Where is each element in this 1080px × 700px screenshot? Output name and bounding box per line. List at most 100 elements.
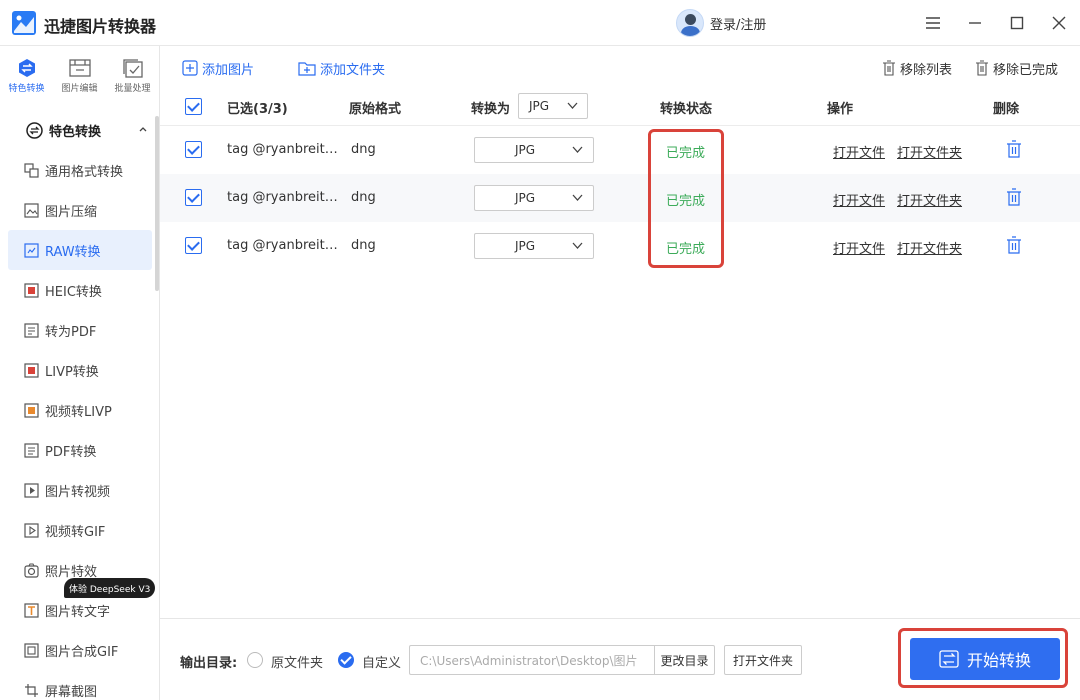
remove-completed-label: 移除已完成: [993, 62, 1059, 78]
heic-icon: [24, 282, 39, 298]
add-folder-label: 添加文件夹: [320, 62, 386, 78]
remove-completed-button[interactable]: 移除已完成: [975, 58, 1058, 78]
add-image-button[interactable]: 添加图片: [182, 58, 254, 78]
row-checkbox[interactable]: [185, 237, 202, 254]
open-folder-link[interactable]: 打开文件夹: [897, 238, 962, 257]
open-output-folder-button[interactable]: 打开文件夹: [724, 645, 802, 675]
pdf-convert-icon: [24, 442, 39, 458]
header-convert-to: 转换为: [471, 102, 511, 117]
sidebar-item-general-convert[interactable]: 通用格式转换: [8, 150, 152, 190]
image-edit-icon: [68, 58, 91, 78]
sidebar-item-label: RAW转换: [45, 244, 101, 260]
sidebar-item-label: PDF转换: [45, 444, 97, 460]
start-convert-label: 开始转换: [966, 651, 1031, 670]
maximize-icon[interactable]: [1006, 12, 1028, 34]
tab-batch-process[interactable]: 批量处理: [106, 46, 159, 102]
chevron-down-icon: [567, 102, 578, 109]
sidebar-item-heic-convert[interactable]: HEIC转换: [8, 270, 152, 310]
image-video-icon: [24, 482, 39, 498]
output-dir-label: 输出目录:: [180, 656, 238, 671]
sidebar-item-label: 通用格式转换: [45, 164, 124, 180]
target-format-value: JPG: [514, 239, 536, 253]
sidebar-item-to-pdf[interactable]: 转为PDF: [8, 310, 152, 350]
pdf-icon: [24, 322, 39, 338]
row-checkbox[interactable]: [185, 189, 202, 206]
sidebar-item-label: 照片特效: [45, 564, 98, 580]
original-folder-label: 原文件夹: [271, 656, 324, 671]
sidebar-list: 通用格式转换 图片压缩 RAW转换 HEIC转换 转为PDF LIVP转换 视频…: [8, 150, 152, 700]
tab-special-convert[interactable]: 特色转换: [0, 46, 53, 102]
delete-icon[interactable]: [1006, 140, 1022, 158]
sidebar-section-special-convert[interactable]: 特色转换: [0, 110, 160, 150]
close-icon[interactable]: [1048, 12, 1070, 34]
row-checkbox[interactable]: [185, 141, 202, 158]
sidebar-item-label: LIVP转换: [45, 364, 99, 380]
special-convert-icon: [16, 58, 38, 78]
file-format: dng: [351, 190, 376, 205]
sidebar-item-raw-convert[interactable]: RAW转换: [8, 230, 152, 270]
sidebar-scrollbar[interactable]: [155, 116, 159, 291]
gif-icon: [24, 642, 39, 658]
mode-tabs: 特色转换 图片编辑 批量处理: [0, 46, 160, 102]
sidebar-item-label: 视频转LIVP: [45, 404, 112, 420]
add-image-label: 添加图片: [202, 62, 255, 78]
sidebar-item-image-to-video[interactable]: 图片转视频: [8, 470, 152, 510]
original-folder-radio[interactable]: [247, 652, 263, 668]
file-name: tag @ryanbreitk...: [227, 238, 342, 253]
convert-icon: [939, 650, 959, 668]
sidebar-item-screenshot[interactable]: 屏幕截图: [8, 670, 152, 700]
app-title: 迅捷图片转换器: [44, 17, 157, 36]
title-bar: 迅捷图片转换器 登录/注册: [0, 0, 1080, 46]
minimize-icon[interactable]: [964, 12, 986, 34]
chevron-down-icon: [572, 194, 583, 201]
tab-label: 图片编辑: [61, 84, 98, 94]
app-window: 迅捷图片转换器 登录/注册 特色转换 图片编辑 批量处理 特色转换 通用格式转换…: [0, 0, 1080, 700]
sidebar-item-label: HEIC转换: [45, 284, 102, 300]
add-image-icon: [182, 60, 198, 76]
header-selected: 已选(3/3): [227, 102, 288, 117]
table-row: tag @ryanbreitk... dng JPG 已完成 打开文件 打开文件…: [160, 222, 1080, 270]
open-folder-link[interactable]: 打开文件夹: [897, 142, 962, 161]
sidebar-item-image-to-gif[interactable]: 图片合成GIF: [8, 630, 152, 670]
file-format: dng: [351, 238, 376, 253]
status-highlight-box: [648, 129, 724, 268]
custom-folder-label: 自定义: [362, 656, 402, 671]
open-file-link[interactable]: 打开文件: [833, 190, 885, 209]
delete-icon[interactable]: [1006, 236, 1022, 254]
target-format-select[interactable]: JPG: [474, 137, 594, 163]
convert-all-select[interactable]: JPG: [518, 93, 588, 119]
login-button[interactable]: 登录/注册: [676, 8, 766, 38]
output-path-input[interactable]: [409, 645, 655, 675]
header-actions: 操作: [827, 102, 854, 117]
remove-list-button[interactable]: 移除列表: [882, 58, 952, 78]
menu-icon[interactable]: [922, 12, 944, 34]
sidebar-item-livp-convert[interactable]: LIVP转换: [8, 350, 152, 390]
custom-folder-radio[interactable]: [338, 652, 354, 668]
open-file-link[interactable]: 打开文件: [833, 238, 885, 257]
select-all-checkbox[interactable]: [185, 98, 202, 115]
target-format-select[interactable]: JPG: [474, 233, 594, 259]
open-folder-link[interactable]: 打开文件夹: [897, 190, 962, 209]
tab-label: 特色转换: [8, 84, 45, 94]
ocr-icon: [24, 602, 39, 618]
convert-icon: [24, 162, 39, 178]
sidebar-item-label: 屏幕截图: [45, 684, 98, 700]
start-convert-button[interactable]: 开始转换: [910, 638, 1060, 680]
sidebar-item-pdf-convert[interactable]: PDF转换: [8, 430, 152, 470]
deepseek-badge[interactable]: 体验 DeepSeek V3: [64, 578, 156, 598]
sidebar-item-video-to-livp[interactable]: 视频转LIVP: [8, 390, 152, 430]
open-file-link[interactable]: 打开文件: [833, 142, 885, 161]
delete-icon[interactable]: [1006, 188, 1022, 206]
header-status: 转换状态: [660, 102, 713, 117]
target-format-select[interactable]: JPG: [474, 185, 594, 211]
sidebar-item-compress[interactable]: 图片压缩: [8, 190, 152, 230]
login-label: 登录/注册: [710, 17, 767, 33]
avatar: [676, 9, 704, 37]
target-format-value: JPG: [514, 143, 536, 157]
add-folder-button[interactable]: 添加文件夹: [298, 58, 385, 78]
tab-image-edit[interactable]: 图片编辑: [53, 46, 106, 102]
table-header: 已选(3/3) 原始格式 转换为 JPG 转换状态 操作 删除: [160, 88, 1080, 126]
sidebar-item-video-to-gif[interactable]: 视频转GIF: [8, 510, 152, 550]
livp-icon: [24, 362, 39, 378]
change-dir-button[interactable]: 更改目录: [654, 645, 715, 675]
